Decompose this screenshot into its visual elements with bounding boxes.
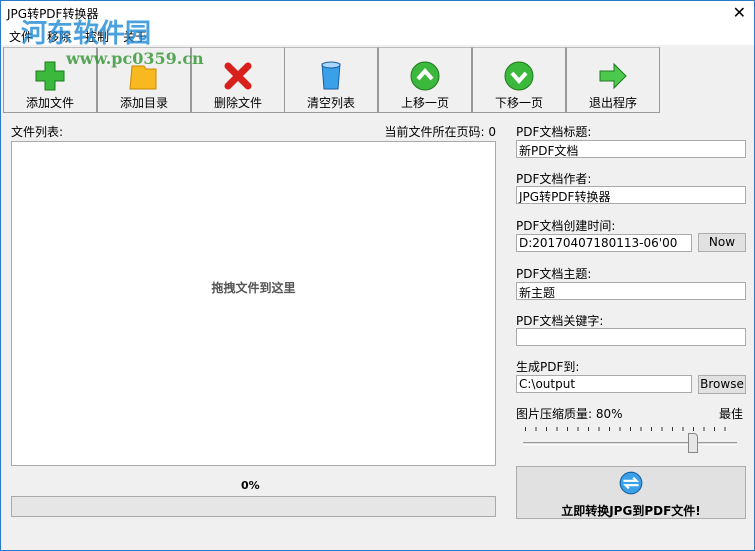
convert-button[interactable]: 立即转换JPG到PDF文件! xyxy=(516,466,746,519)
move-up-button[interactable]: 上移一页 xyxy=(378,47,472,113)
up-icon xyxy=(410,61,440,91)
delete-file-label: 删除文件 xyxy=(213,96,262,110)
browse-button[interactable]: Browse xyxy=(698,375,746,394)
clear-list-button[interactable]: 清空列表 xyxy=(284,47,378,113)
pdf-keywords-label: PDF文档关键字: xyxy=(516,314,604,328)
quality-label: 图片压缩质量: 80% xyxy=(516,407,623,421)
menu-file[interactable]: 文件 xyxy=(9,28,33,45)
output-path-input[interactable]: C:\output xyxy=(516,375,692,393)
slider-thumb[interactable] xyxy=(688,433,698,453)
move-down-button[interactable]: 下移一页 xyxy=(472,47,566,113)
delete-file-button[interactable]: 删除文件 xyxy=(191,47,285,113)
trash-icon xyxy=(321,61,341,90)
exit-button[interactable]: 退出程序 xyxy=(566,47,660,113)
quality-slider[interactable] xyxy=(521,425,739,455)
menu-about[interactable]: 关于 xyxy=(123,28,147,45)
move-down-label: 下移一页 xyxy=(494,96,543,110)
pdf-subject-input[interactable]: 新主题 xyxy=(516,282,746,300)
close-button[interactable]: ✕ xyxy=(733,3,746,22)
clear-list-label: 清空列表 xyxy=(306,96,355,110)
folder-icon xyxy=(129,65,157,90)
convert-icon xyxy=(619,471,643,495)
add-file-label: 添加文件 xyxy=(25,96,74,110)
pdf-keywords-input[interactable] xyxy=(516,328,746,346)
exit-label: 退出程序 xyxy=(588,96,637,110)
add-folder-button[interactable]: 添加目录 xyxy=(97,47,191,113)
add-file-button[interactable]: 添加文件 xyxy=(3,47,97,113)
current-page-label: 当前文件所在页码: 0 xyxy=(384,125,497,139)
app-window: JPG转PDF转换器 ✕ 文件 移除 控制 关于 添加文件 添加目录 删除文件 … xyxy=(0,0,755,551)
slider-track xyxy=(523,442,737,445)
window-title: JPG转PDF转换器 xyxy=(7,7,99,21)
pdf-created-label: PDF文档创建时间: xyxy=(516,219,616,233)
file-list[interactable]: 拖拽文件到这里 xyxy=(11,141,496,466)
menu-remove[interactable]: 移除 xyxy=(47,28,71,45)
delete-icon xyxy=(224,62,252,90)
add-icon xyxy=(35,61,65,91)
drop-hint: 拖拽文件到这里 xyxy=(211,281,296,295)
pdf-created-input[interactable]: D:20170407180113-06'00 xyxy=(516,234,692,252)
progress-bar xyxy=(11,496,496,517)
quality-best-label: 最佳 xyxy=(719,407,744,421)
menu-control[interactable]: 控制 xyxy=(85,28,109,45)
pdf-author-input[interactable]: JPG转PDF转换器 xyxy=(516,186,746,204)
pdf-title-input[interactable]: 新PDF文档 xyxy=(516,140,746,158)
down-icon xyxy=(504,61,534,91)
pdf-author-label: PDF文档作者: xyxy=(516,172,592,186)
file-list-label: 文件列表: xyxy=(11,125,64,139)
pdf-title-label: PDF文档标题: xyxy=(516,125,592,139)
output-label: 生成PDF到: xyxy=(516,360,580,374)
convert-label: 立即转换JPG到PDF文件! xyxy=(561,504,701,518)
toolbar: 添加文件 添加目录 删除文件 清空列表 上移一页 下移一页 退出程序 xyxy=(1,45,754,113)
menu-bar: 文件 移除 控制 关于 xyxy=(1,25,754,45)
title-bar: JPG转PDF转换器 ✕ xyxy=(1,1,754,25)
progress-text: 0% xyxy=(241,479,260,492)
slider-ticks xyxy=(525,427,735,431)
exit-icon xyxy=(599,62,627,90)
move-up-label: 上移一页 xyxy=(400,96,449,110)
now-button[interactable]: Now xyxy=(698,233,746,252)
add-folder-label: 添加目录 xyxy=(119,96,168,110)
pdf-subject-label: PDF文档主题: xyxy=(516,267,592,281)
